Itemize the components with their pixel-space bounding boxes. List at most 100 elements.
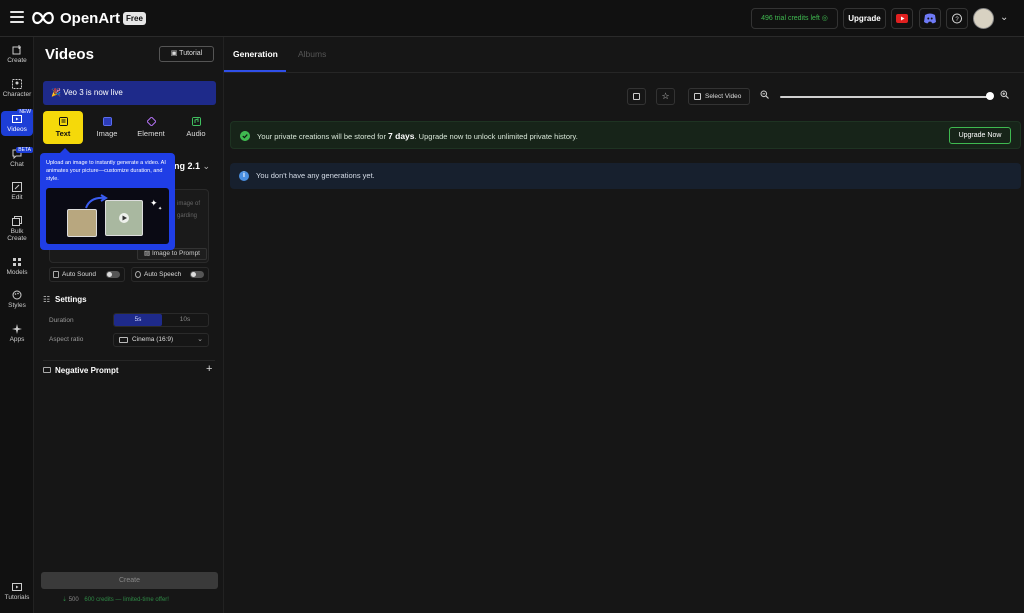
duration-selector: 5s 10s — [113, 313, 209, 327]
video-result-thumbnail — [105, 200, 143, 236]
tab-generation[interactable]: Generation — [233, 49, 278, 59]
tooltip-text: Upload an image to instantly generate a … — [46, 160, 166, 182]
auto-sound-switch[interactable] — [106, 271, 120, 278]
rail-label: Character — [2, 91, 32, 98]
checkbox-icon — [633, 93, 640, 100]
chevron-down-icon[interactable]: ⌄ — [1000, 12, 1008, 23]
zoom-slider[interactable] — [780, 96, 990, 98]
private-history-banner: Your private creations will be stored fo… — [230, 121, 1021, 149]
rail-item-bulk-create[interactable]: Bulk Create — [1, 216, 33, 242]
tab-albums[interactable]: Albums — [298, 49, 326, 59]
create-button[interactable]: Create — [41, 572, 218, 589]
check-icon — [240, 131, 250, 141]
youtube-icon — [896, 14, 908, 23]
avatar[interactable] — [973, 8, 994, 29]
styles-icon — [12, 290, 22, 300]
duration-option-5s[interactable]: 5s — [114, 314, 162, 326]
favorites-button[interactable]: ☆ — [656, 88, 675, 105]
rail-item-models[interactable]: Models — [1, 257, 33, 276]
audio-icon — [191, 117, 201, 126]
announcement-banner[interactable]: 🎉 Veo 3 is now live — [43, 81, 216, 105]
speech-icon — [135, 271, 141, 278]
tooltip-arrow — [60, 148, 70, 153]
text-icon — [58, 117, 68, 126]
tab-audio[interactable]: Audio — [176, 111, 216, 144]
tooltip-preview-image: ✦ ✦ — [46, 188, 169, 244]
play-icon — [119, 213, 129, 223]
main-content: Generation Albums ☆ Select Video Your pr… — [224, 37, 1024, 613]
aspect-ratio-icon — [119, 337, 128, 343]
rail-item-character[interactable]: Character — [1, 79, 33, 98]
top-bar: OpenArt Free 496 trial credits left ◎ Up… — [0, 0, 1024, 37]
select-video-button[interactable]: Select Video — [688, 88, 750, 105]
help-button[interactable]: ? — [946, 8, 968, 29]
models-icon — [13, 258, 21, 266]
star-icon: ☆ — [661, 91, 670, 101]
image-icon: ▨ — [143, 250, 152, 257]
zoom-slider-handle[interactable] — [986, 92, 994, 100]
upgrade-button[interactable]: Upgrade — [843, 8, 886, 29]
auto-speech-switch[interactable] — [190, 271, 204, 278]
empty-state-text: You don't have any generations yet. — [256, 171, 375, 180]
tab-image[interactable]: Image — [87, 111, 127, 144]
feature-tooltip: Upload an image to instantly generate a … — [40, 148, 175, 250]
announcement-text: Veo 3 is now live — [63, 88, 123, 97]
settings-heading: Settings — [55, 295, 87, 304]
auto-speech-toggle[interactable]: Auto Speech — [131, 267, 209, 282]
rail-item-videos[interactable]: NEW Videos — [1, 109, 33, 136]
left-rail: Create Character NEW Videos BETA Chat Ed… — [0, 37, 34, 613]
auto-speech-label: Auto Speech — [144, 271, 182, 278]
duration-label: Duration — [49, 317, 74, 324]
aspect-ratio-select[interactable]: Cinema (16:9) ⌄ — [113, 333, 209, 347]
credits-offer-text: 600 credits — limited-time offer! — [84, 597, 169, 603]
help-icon: ? — [952, 13, 962, 24]
divider — [43, 360, 215, 361]
select-all-button[interactable] — [627, 88, 646, 105]
tab-label: Audio — [186, 129, 206, 138]
rail-item-tutorials[interactable]: Tutorials — [1, 582, 33, 601]
rail-item-chat[interactable]: BETA Chat — [1, 147, 33, 168]
brand-name[interactable]: OpenArt — [60, 10, 120, 27]
tab-element[interactable]: Element — [131, 111, 171, 144]
tab-text[interactable]: Text — [43, 111, 83, 144]
videos-icon — [12, 115, 22, 123]
rail-label: Tutorials — [4, 594, 30, 601]
character-icon — [12, 79, 22, 89]
sparkle-icon: ✦ — [158, 206, 163, 212]
tab-label: Text — [55, 129, 71, 138]
select-video-label: Select Video — [705, 93, 742, 100]
auto-sound-toggle[interactable]: Auto Sound — [49, 267, 125, 282]
negative-prompt-icon — [43, 367, 51, 373]
rail-label: Bulk Create — [7, 228, 27, 242]
openart-logo[interactable] — [30, 10, 56, 26]
element-icon — [146, 117, 156, 126]
tutorial-label: Tutorial — [179, 50, 203, 57]
rail-item-apps[interactable]: Apps — [1, 324, 33, 343]
new-badge: NEW — [17, 109, 33, 115]
discord-button[interactable] — [919, 8, 941, 29]
rail-item-styles[interactable]: Styles — [1, 290, 33, 309]
menu-icon[interactable] — [10, 11, 24, 23]
credits-text: 496 trial credits left — [761, 15, 820, 22]
private-text-post: . Upgrade now to unlock unlimited privat… — [414, 132, 578, 141]
source-image-thumbnail — [67, 209, 97, 237]
rail-item-create[interactable]: Create — [1, 45, 33, 64]
duration-option-10s[interactable]: 10s — [162, 314, 208, 326]
upgrade-now-button[interactable]: Upgrade Now — [949, 127, 1011, 144]
negative-prompt-heading[interactable]: Negative Prompt — [55, 366, 119, 375]
tutorials-icon — [12, 583, 22, 591]
rail-label: Chat — [10, 161, 24, 168]
youtube-button[interactable] — [891, 8, 913, 29]
tutorial-button[interactable]: ▣ Tutorial — [159, 46, 214, 62]
credits-info-icon: ◎ — [821, 15, 828, 22]
private-text-pre: Your private creations will be stored fo… — [257, 132, 389, 141]
tab-label: Element — [137, 129, 165, 138]
rail-item-edit[interactable]: Edit — [1, 182, 33, 201]
rail-label: Edit — [11, 194, 23, 201]
zoom-in-icon[interactable] — [1000, 90, 1009, 99]
credits-indicator[interactable]: 496 trial credits left ◎ — [751, 8, 838, 29]
add-negative-prompt-icon[interactable]: + — [206, 363, 212, 375]
rail-label: Models — [6, 269, 28, 276]
zoom-out-icon[interactable] — [760, 90, 769, 99]
model-select[interactable]: ng 2.1 ⌄ — [174, 158, 214, 175]
